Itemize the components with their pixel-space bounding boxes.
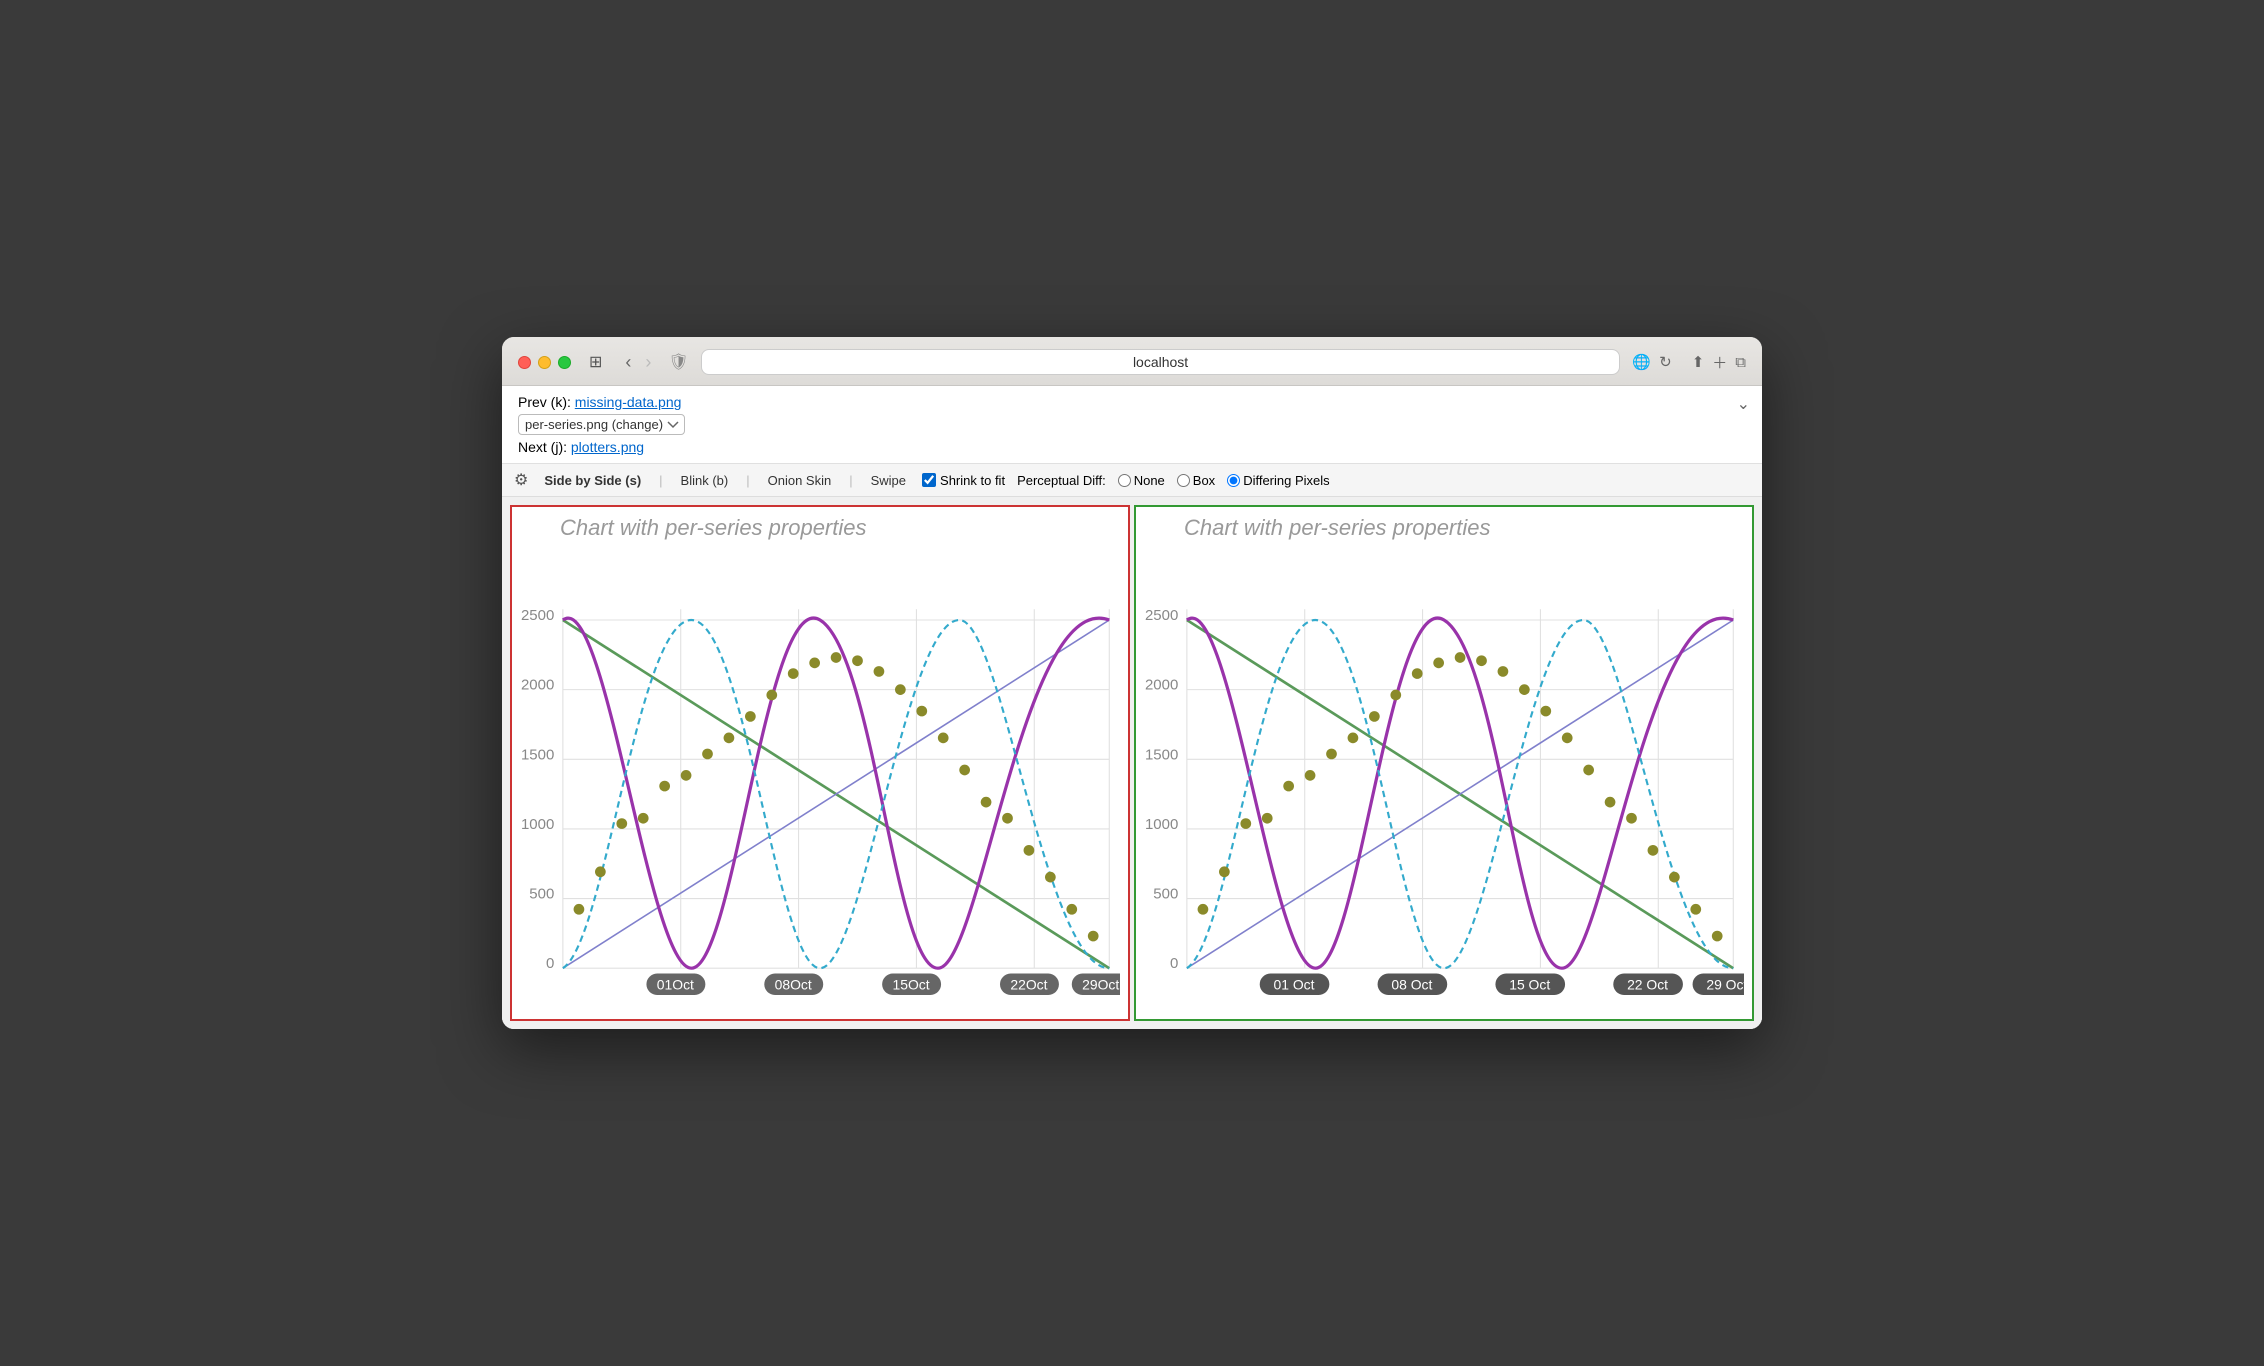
- differing-pixels-radio-label[interactable]: Differing Pixels: [1227, 473, 1329, 488]
- shrink-to-fit-label: Shrink to fit: [940, 473, 1005, 488]
- right-chart-panel: Chart with per-series properties 0 500 1…: [1134, 505, 1754, 1021]
- svg-text:29Oct: 29Oct: [1082, 977, 1119, 993]
- svg-text:29 Oct: 29 Oct: [1706, 977, 1744, 993]
- onion-skin-tab[interactable]: Onion Skin: [764, 471, 836, 490]
- svg-text:15 Oct: 15 Oct: [1509, 977, 1550, 993]
- svg-text:2500: 2500: [521, 607, 554, 624]
- svg-text:22Oct: 22Oct: [1010, 977, 1047, 993]
- settings-icon[interactable]: ⚙: [514, 470, 528, 490]
- file-selector[interactable]: per-series.png (change): [518, 414, 685, 435]
- none-label: None: [1134, 473, 1165, 488]
- prev-link-line: Prev (k): missing-data.png: [518, 394, 1746, 410]
- swipe-tab[interactable]: Swipe: [867, 471, 910, 490]
- perceptual-diff-label: Perceptual Diff:: [1017, 473, 1106, 488]
- svg-text:01Oct: 01Oct: [657, 977, 694, 993]
- share-icon[interactable]: ⬆: [1692, 353, 1705, 371]
- svg-text:01 Oct: 01 Oct: [1274, 977, 1315, 993]
- new-tab-icon[interactable]: ＋: [1712, 352, 1727, 373]
- box-radio-label[interactable]: Box: [1177, 473, 1215, 488]
- refresh-icon[interactable]: ↻: [1659, 353, 1672, 371]
- left-chart-title: Chart with per-series properties: [520, 515, 1120, 541]
- side-by-side-tab[interactable]: Side by Side (s): [540, 471, 645, 490]
- shrink-to-fit-checkbox-label[interactable]: Shrink to fit: [922, 473, 1005, 488]
- differing-pixels-radio[interactable]: [1227, 474, 1240, 487]
- svg-text:0: 0: [1170, 955, 1178, 972]
- prev-link[interactable]: missing-data.png: [575, 394, 682, 410]
- maximize-button[interactable]: [558, 356, 571, 369]
- none-radio[interactable]: [1118, 474, 1131, 487]
- right-chart-title: Chart with per-series properties: [1144, 515, 1744, 541]
- expand-button[interactable]: ⌄: [1737, 394, 1750, 414]
- svg-text:15Oct: 15Oct: [893, 977, 930, 993]
- next-link-line: Next (j): plotters.png: [518, 439, 1746, 455]
- right-chart-svg: 0 500 1000 1500 2000 2500: [1144, 545, 1744, 1006]
- close-button[interactable]: [518, 356, 531, 369]
- traffic-lights: [518, 356, 571, 369]
- svg-text:1000: 1000: [1145, 816, 1178, 833]
- none-radio-label[interactable]: None: [1118, 473, 1165, 488]
- left-chart-panel: Chart with per-series properties 0 500 1…: [510, 505, 1130, 1021]
- translate-icon: 🌐: [1632, 353, 1651, 371]
- forward-button[interactable]: ›: [640, 350, 656, 375]
- svg-text:2500: 2500: [1145, 607, 1178, 624]
- file-select-row: per-series.png (change): [518, 414, 1746, 435]
- shrink-to-fit-checkbox[interactable]: [922, 473, 936, 487]
- minimize-button[interactable]: [538, 356, 551, 369]
- view-toolbar: ⚙ Side by Side (s) | Blink (b) | Onion S…: [502, 464, 1762, 497]
- left-chart-svg: 0 500 1000 1500 2000 2500: [520, 545, 1120, 1006]
- next-link[interactable]: plotters.png: [571, 439, 644, 455]
- differing-pixels-label: Differing Pixels: [1243, 473, 1329, 488]
- prev-label: Prev (k):: [518, 394, 571, 410]
- back-button[interactable]: ‹: [620, 350, 636, 375]
- box-radio[interactable]: [1177, 474, 1190, 487]
- svg-text:0: 0: [546, 955, 554, 972]
- svg-text:500: 500: [529, 886, 554, 903]
- box-label: Box: [1193, 473, 1215, 488]
- next-label: Next (j):: [518, 439, 567, 455]
- svg-text:08Oct: 08Oct: [775, 977, 812, 993]
- svg-text:500: 500: [1153, 886, 1178, 903]
- svg-text:1500: 1500: [1145, 746, 1178, 763]
- svg-text:1500: 1500: [521, 746, 554, 763]
- sidebar-toggle-button[interactable]: ⊞: [583, 350, 608, 374]
- svg-text:2000: 2000: [1145, 677, 1178, 694]
- tabs-icon[interactable]: ⧉: [1735, 354, 1746, 371]
- svg-text:1000: 1000: [521, 816, 554, 833]
- svg-text:2000: 2000: [521, 677, 554, 694]
- charts-area: Chart with per-series properties 0 500 1…: [502, 497, 1762, 1029]
- svg-text:22 Oct: 22 Oct: [1627, 977, 1668, 993]
- shield-icon: 🛡: [668, 352, 688, 372]
- blink-tab[interactable]: Blink (b): [677, 471, 733, 490]
- address-bar[interactable]: localhost: [701, 349, 1621, 375]
- svg-text:08 Oct: 08 Oct: [1391, 977, 1432, 993]
